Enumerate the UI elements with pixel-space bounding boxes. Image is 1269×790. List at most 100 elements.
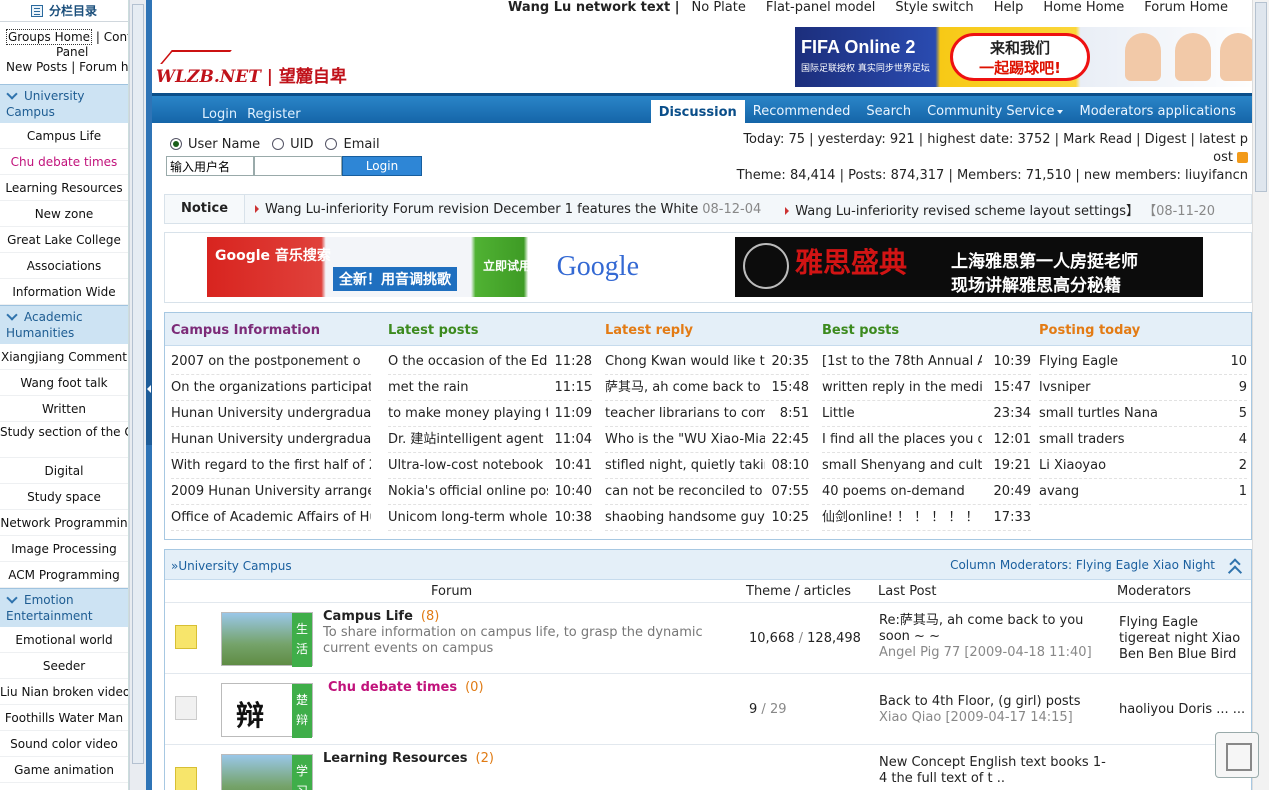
new-posts-link[interactable]: New Posts	[6, 60, 67, 74]
last-post-title[interactable]: Back to 4th Floor, (g girl) posts	[879, 694, 1109, 710]
list-item[interactable]: Flying Eagle 10	[1039, 349, 1247, 375]
forum-name[interactable]: Learning Resources (2)	[323, 751, 494, 766]
sidebar-item[interactable]: Written	[0, 396, 128, 422]
username-input[interactable]	[166, 156, 254, 176]
rss-icon[interactable]	[1237, 152, 1248, 163]
list-item[interactable]: Hunan University undergraduat	[171, 401, 371, 427]
notice-item[interactable]: Wang Lu-inferiority Forum revision Decem…	[245, 202, 698, 217]
login-button[interactable]: Login	[342, 156, 422, 176]
list-item-title[interactable]: Flying Eagle	[1039, 349, 1209, 374]
sidebar-item[interactable]: Associations	[0, 253, 128, 279]
groups-home-link[interactable]: Groups Home	[6, 29, 93, 45]
list-item-title[interactable]: met the rain	[388, 375, 548, 400]
list-item-title[interactable]: teacher librarians to come	[605, 401, 765, 426]
list-item[interactable]: lvsniper 9	[1039, 375, 1247, 401]
floating-widget-icon[interactable]	[1215, 732, 1259, 778]
list-item[interactable]: Chong Kwan would like t 20:35	[605, 349, 809, 375]
sidebar-scrollbar[interactable]	[129, 0, 146, 790]
page-scrollbar[interactable]	[1252, 0, 1269, 790]
category-title[interactable]: »University Campus	[171, 559, 292, 573]
list-item-title[interactable]: Hunan University undergraduat	[171, 427, 371, 452]
list-item-title[interactable]: avang	[1039, 479, 1209, 504]
last-post-title[interactable]: Re:萨其马, ah come back to you soon ~ ~	[879, 613, 1109, 645]
list-item[interactable]: teacher librarians to come 8:51	[605, 401, 809, 427]
list-item[interactable]: Li Xiaoyao 2	[1039, 453, 1247, 479]
list-item[interactable]: Dr. 建站intelligent agent 11:04	[388, 427, 592, 453]
list-item[interactable]: 萨其马, ah come back to y 15:48	[605, 375, 809, 401]
forum-name-text[interactable]: Campus Life	[323, 609, 413, 624]
last-post-author[interactable]: Angel Pig 77 [2009-04-18 11:40]	[879, 645, 1109, 661]
last-post-title[interactable]: New Concept English text books 1-4 the f…	[879, 755, 1109, 787]
nav-discussion[interactable]: Discussion	[650, 100, 745, 123]
sidebar-category[interactable]: University Campus	[0, 84, 128, 123]
radio-uid[interactable]	[272, 138, 285, 150]
control-panel-link-cont[interactable]: Panel	[6, 45, 128, 60]
sidebar-item[interactable]: Seeder	[0, 653, 128, 679]
list-item-title[interactable]: 2007 on the postponement o	[171, 349, 371, 374]
nav-moderator-applications[interactable]: Moderators applications	[1071, 96, 1244, 123]
list-item-title[interactable]: With regard to the first half of 2	[171, 453, 371, 478]
sidebar-item[interactable]: New zone	[0, 201, 128, 227]
forum-thumbnail[interactable]: 生活	[221, 612, 313, 667]
list-item-title[interactable]: shaobing handsome guy i	[605, 505, 765, 530]
forum-name-text[interactable]: Chu debate times	[328, 680, 457, 695]
list-item[interactable]: written reply in the mediu 15:47	[822, 375, 1031, 401]
list-item[interactable]: Nokia's official online pos 10:40	[388, 479, 592, 505]
forum-thumbnail[interactable]: 辩楚辩	[221, 683, 313, 738]
no-plate-link[interactable]: No Plate	[682, 0, 756, 15]
list-item[interactable]: stifled night, quietly takin 08:10	[605, 453, 809, 479]
sidebar-item[interactable]: Study section of the Grading Test	[0, 422, 128, 458]
sidebar-item[interactable]: Xiangjiang Comment	[0, 344, 128, 370]
list-item-title[interactable]: [1st to the 78th Annual A	[822, 349, 982, 374]
list-item-title[interactable]: 2009 Hunan University arrange	[171, 479, 371, 504]
list-item[interactable]: Hunan University undergraduat	[171, 427, 371, 453]
banner-ad-ielts[interactable]: 雅思盛典 上海雅思第一人房挺老师 现场讲解雅思高分秘籍	[735, 237, 1203, 297]
sidebar-item[interactable]: Liu Nian broken video	[0, 679, 128, 705]
list-item[interactable]: 2007 on the postponement o	[171, 349, 371, 375]
scrollbar-thumb[interactable]	[132, 4, 144, 764]
list-item-title[interactable]: O the occasion of the Edu	[388, 349, 548, 374]
list-item[interactable]: [1st to the 78th Annual A 10:39	[822, 349, 1031, 375]
list-item-title[interactable]: 萨其马, ah come back to y	[605, 375, 765, 400]
login-link[interactable]: Login	[202, 107, 237, 122]
sidebar-item[interactable]: Foothills Water Man	[0, 705, 128, 731]
radio-email[interactable]	[325, 138, 338, 150]
list-item-title[interactable]: Chong Kwan would like t	[605, 349, 765, 374]
list-item[interactable]: O the occasion of the Edu 11:28	[388, 349, 592, 375]
list-item[interactable]: shaobing handsome guy i 10:25	[605, 505, 809, 531]
list-item[interactable]: avang 1	[1039, 479, 1247, 505]
sidebar-item[interactable]: Great Lake College	[0, 227, 128, 253]
list-item[interactable]: 仙剑online! ！ ！ ！ ！ ！ 17:33	[822, 505, 1031, 531]
site-logo[interactable]: WLZB.NET | 望麓自卑	[156, 48, 347, 87]
list-item-title[interactable]: 40 poems on-demand	[822, 479, 982, 504]
last-post-author[interactable]: Xiao Qiao [2009-04-17 14:15]	[879, 710, 1109, 726]
list-item-title[interactable]: Ultra-low-cost notebook c	[388, 453, 548, 478]
forum-help-link[interactable]: Forum he	[79, 60, 128, 74]
list-item-title[interactable]: I find all the places you d	[822, 427, 982, 452]
sidebar-item[interactable]: Study space	[0, 484, 128, 510]
forum-name[interactable]: Campus Life (8)	[323, 609, 439, 624]
list-item-title[interactable]: Dr. 建站intelligent agent	[388, 427, 548, 452]
collapse-category-icon[interactable]	[1229, 558, 1241, 570]
forum-moderators[interactable]: Flying Eagle tigereat night Xiao Ben Ben…	[1119, 615, 1249, 663]
list-item-title[interactable]: can not be reconciled to t	[605, 479, 765, 504]
home-link[interactable]: Home Home	[1033, 0, 1134, 15]
list-item-title[interactable]: Unicom long-term wholes	[388, 505, 548, 530]
radio-username[interactable]	[170, 138, 182, 150]
chevron-down-icon[interactable]	[6, 592, 18, 604]
list-item[interactable]: 2009 Hunan University arrange	[171, 479, 371, 505]
list-item[interactable]: With regard to the first half of 2	[171, 453, 371, 479]
control-panel-link[interactable]: Contr	[104, 30, 128, 44]
chevron-down-icon[interactable]	[6, 309, 18, 321]
list-item-title[interactable]: written reply in the mediu	[822, 375, 982, 400]
page-scrollbar-thumb[interactable]	[1255, 2, 1267, 192]
sidebar-item[interactable]: ACM Programming	[0, 562, 128, 588]
flat-panel-link[interactable]: Flat-panel model	[756, 0, 886, 15]
forum-name-text[interactable]: Learning Resources	[323, 751, 468, 766]
register-link[interactable]: Register	[247, 107, 301, 122]
list-item-title[interactable]: Li Xiaoyao	[1039, 453, 1209, 478]
sidebar-item[interactable]: Emotional world	[0, 627, 128, 653]
list-item-title[interactable]: Hunan University undergraduat	[171, 401, 371, 426]
list-item-title[interactable]: small turtles Nana	[1039, 401, 1209, 426]
list-item[interactable]: I find all the places you d 12:01	[822, 427, 1031, 453]
